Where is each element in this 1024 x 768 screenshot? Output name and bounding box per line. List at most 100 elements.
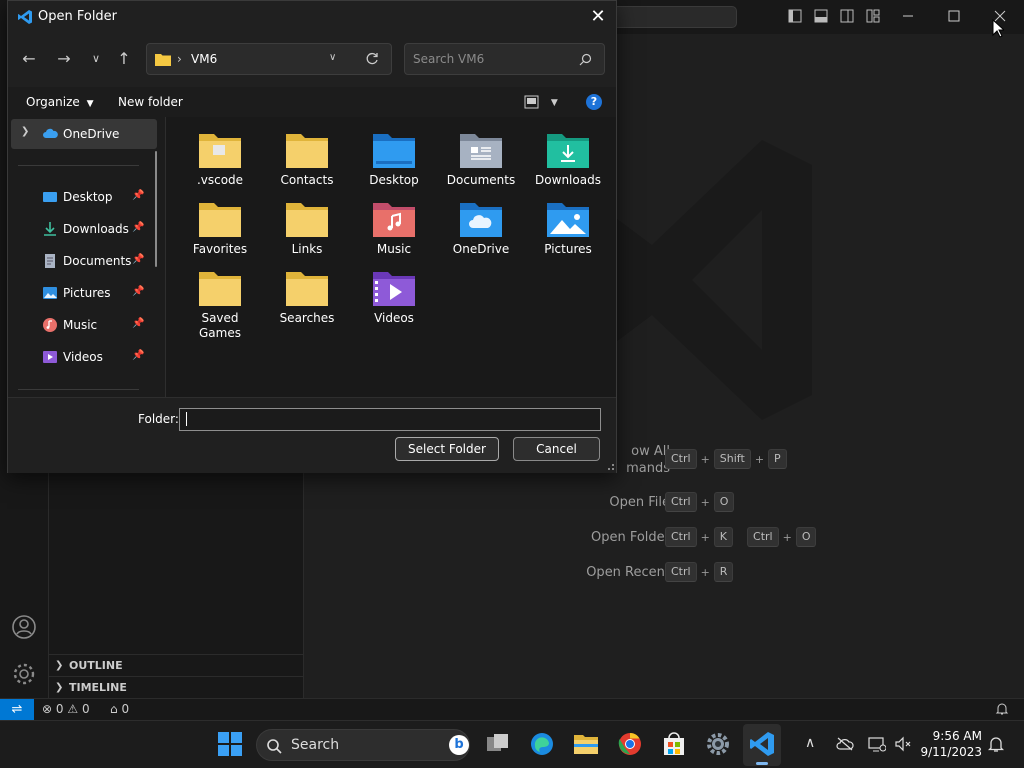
command-center[interactable] — [610, 6, 737, 28]
nav-item-label: Desktop — [63, 190, 113, 204]
folder-name: Links — [291, 242, 323, 256]
select-folder-button[interactable]: Select Folder — [395, 437, 499, 461]
notifications-bell-icon[interactable] — [988, 736, 1004, 753]
key: O — [795, 527, 817, 547]
refresh-icon[interactable] — [365, 52, 379, 66]
folder-item-documents[interactable]: Documents — [442, 131, 520, 197]
notifications-bell-icon[interactable] — [995, 702, 1009, 716]
timeline-section[interactable]: ❯ TIMELINE — [49, 676, 304, 698]
nav-scrollbar[interactable] — [155, 151, 157, 267]
windows-start-icon[interactable] — [217, 731, 243, 757]
vscode-logo-watermark — [612, 140, 812, 420]
dialog-close-icon[interactable]: ✕ — [586, 5, 610, 29]
folder-item-searches[interactable]: Searches — [268, 269, 346, 335]
help-icon[interactable]: ? — [586, 94, 602, 110]
shortcut-open-folder[interactable]: Open Folder Ctrl + K Ctrl + O — [540, 527, 940, 551]
folder-item-pictures[interactable]: Pictures — [529, 200, 607, 266]
folder-item-music[interactable]: Music — [355, 200, 433, 266]
folder-name: .vscode — [196, 173, 244, 187]
search-icon[interactable] — [579, 53, 592, 66]
folder-item-onedrive[interactable]: OneDrive — [442, 200, 520, 266]
remote-indicator-icon[interactable]: ⇌ — [0, 699, 34, 721]
back-arrow-icon[interactable]: ← — [18, 48, 40, 70]
new-folder-button[interactable]: New folder — [118, 95, 183, 109]
chrome-browser-icon[interactable] — [617, 731, 643, 757]
view-icon — [524, 95, 539, 108]
folder-item-links[interactable]: Links — [268, 200, 346, 266]
folder-item-favorites[interactable]: Favorites — [181, 200, 259, 266]
accounts-icon[interactable] — [11, 614, 37, 640]
view-options-button[interactable]: ▼ — [524, 94, 558, 109]
shortcut-open-recent[interactable]: Open Recent Ctrl + R — [540, 562, 940, 586]
nav-item-videos[interactable]: Videos 📌 — [8, 342, 154, 372]
network-icon[interactable] — [868, 736, 886, 752]
folder-item-videos[interactable]: Videos — [355, 269, 433, 335]
edge-browser-icon[interactable] — [529, 731, 555, 757]
outline-section[interactable]: ❯ OUTLINE — [49, 654, 304, 676]
toggle-panel-icon[interactable] — [814, 9, 828, 23]
volume-muted-icon[interactable] — [894, 736, 912, 752]
taskbar-active-app[interactable] — [743, 724, 781, 766]
nav-item-pictures[interactable]: Pictures 📌 — [8, 278, 154, 308]
expand-chevron-icon[interactable]: ❯ — [21, 126, 29, 137]
show-hidden-icons-chevron-icon[interactable]: ∧ — [805, 735, 815, 751]
problems-indicator[interactable]: ⊗ 0 ⚠ 0 — [42, 702, 90, 716]
taskbar-search-box[interactable]: Search b — [256, 729, 470, 761]
address-folder[interactable]: VM6 — [191, 52, 217, 66]
search-icon — [267, 739, 282, 754]
nav-item-downloads[interactable]: Downloads 📌 — [8, 214, 154, 244]
recent-locations-chevron-icon[interactable]: ∨ — [85, 48, 107, 70]
desktop-folder-icon — [373, 134, 415, 168]
folder-name: Contacts — [280, 173, 334, 187]
key: P — [768, 449, 787, 469]
organize-label: Organize — [26, 95, 80, 109]
dialog-title: Open Folder — [38, 9, 118, 24]
taskbar-clock[interactable]: 9:56 AM 9/11/2023 — [920, 728, 982, 760]
search-box[interactable] — [404, 43, 605, 75]
settings-gear-icon[interactable] — [11, 661, 37, 687]
toggle-primary-sidebar-icon[interactable] — [788, 9, 802, 23]
up-arrow-icon[interactable]: ↑ — [113, 48, 135, 70]
folder-item-contacts[interactable]: Contacts — [268, 131, 346, 197]
folder-item-downloads[interactable]: Downloads — [529, 131, 607, 197]
search-input[interactable] — [413, 51, 573, 67]
onedrive-tray-icon[interactable] — [836, 737, 854, 751]
shortcut-keys: Ctrl + Shift + P — [665, 449, 787, 469]
file-explorer-icon[interactable] — [573, 731, 599, 757]
folder-item-desktop[interactable]: Desktop — [355, 131, 433, 197]
cancel-button[interactable]: Cancel — [513, 437, 600, 461]
error-icon: ⊗ — [42, 702, 53, 716]
nav-item-documents[interactable]: Documents 📌 — [8, 246, 154, 276]
maximize-icon[interactable] — [946, 8, 962, 24]
nav-item-desktop[interactable]: Desktop 📌 — [8, 182, 154, 212]
folder-item-vscode[interactable]: .vscode — [181, 131, 259, 197]
nav-item-music[interactable]: Music 📌 — [8, 310, 154, 340]
folder-name-input[interactable] — [179, 408, 601, 431]
settings-app-icon[interactable] — [705, 731, 731, 757]
folder-item-saved-games[interactable]: Saved Games — [181, 269, 259, 340]
organize-button[interactable]: Organize ▼ — [26, 95, 94, 109]
nav-item-onedrive[interactable]: ❯ OneDrive — [11, 119, 157, 149]
minimize-icon[interactable] — [900, 8, 916, 24]
microsoft-store-icon[interactable] — [661, 731, 687, 757]
forward-arrow-icon[interactable]: → — [53, 48, 75, 70]
pin-icon: 📌 — [132, 318, 145, 329]
shortcut-open-file[interactable]: Open File Ctrl + O — [540, 492, 940, 516]
onedrive-cloud-icon — [43, 128, 58, 138]
pin-icon: 📌 — [132, 254, 145, 265]
task-view-icon[interactable] — [485, 731, 511, 757]
bing-icon[interactable]: b — [449, 735, 469, 755]
address-bar[interactable]: › VM6 ∨ — [146, 43, 392, 75]
key: Ctrl — [665, 492, 697, 512]
shortcut-label: Open Recent — [586, 565, 670, 580]
folder-label: Folder: — [138, 412, 179, 426]
customize-layout-icon[interactable] — [866, 9, 880, 23]
folder-icon — [155, 54, 171, 66]
key: Ctrl — [747, 527, 779, 547]
ports-indicator[interactable]: ⌂ 0 — [110, 702, 129, 716]
resize-grip-icon[interactable] — [605, 461, 615, 471]
warning-icon: ⚠ — [67, 702, 79, 716]
address-dropdown-icon[interactable]: ∨ — [329, 52, 336, 63]
vscode-app-icon — [18, 10, 32, 24]
toggle-secondary-sidebar-icon[interactable] — [840, 9, 854, 23]
